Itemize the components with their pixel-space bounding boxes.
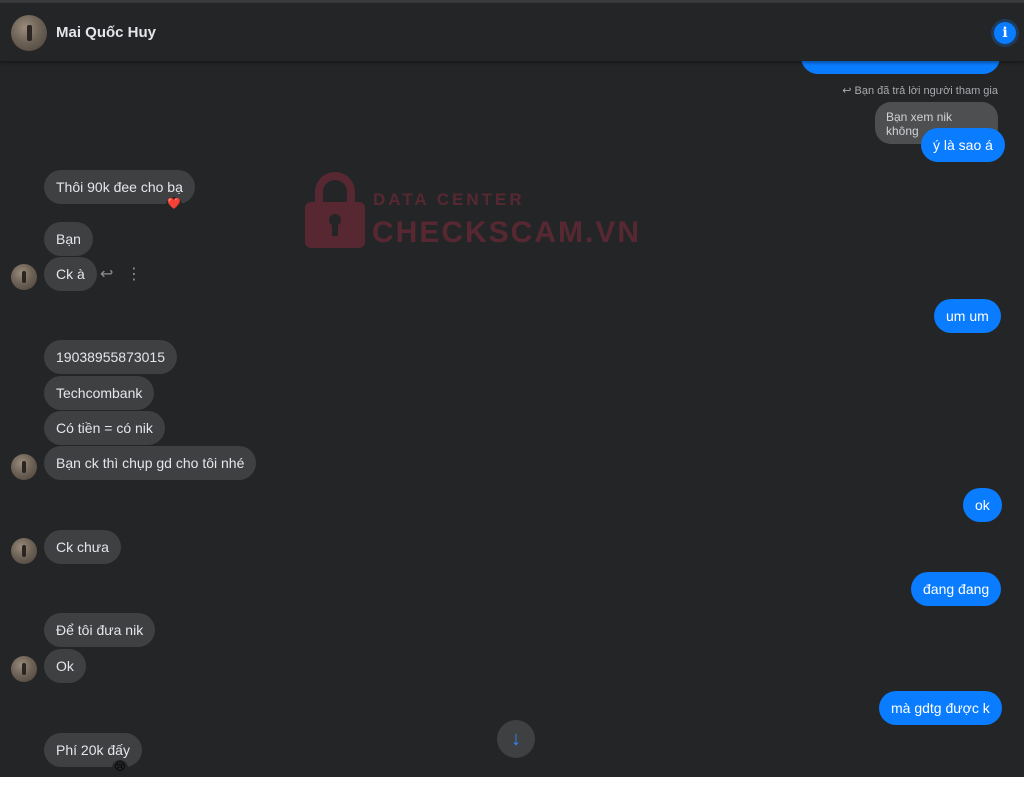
message-bubble[interactable]: Ck chưa [44, 530, 121, 564]
watermark: DATA CENTER CHECKSCAM.VN [305, 172, 639, 255]
arrow-down-icon[interactable]: ↓ [497, 720, 535, 758]
contact-avatar-small[interactable] [11, 538, 37, 564]
contact-name[interactable]: Mai Quốc Huy [56, 24, 156, 41]
message-bubble[interactable]: ok [963, 488, 1002, 522]
message-bubble[interactable]: Ok [44, 649, 86, 683]
message-bubble[interactable]: ý là sao á [921, 128, 1005, 162]
message-bubble[interactable]: um um [934, 299, 1001, 333]
watermark-subtitle: DATA CENTER [373, 190, 525, 209]
contact-avatar-small[interactable] [11, 454, 37, 480]
message-bubble[interactable]: 19038955873015 [44, 340, 178, 374]
chat-window: Mai Quốc Huy i DATA CENTER CHECKSCAM.VN … [0, 0, 1024, 777]
contact-avatar-small[interactable] [11, 656, 37, 682]
heart-reaction-icon[interactable]: ❤️ [166, 197, 182, 213]
watermark-title: CHECKSCAM.VN [372, 216, 642, 249]
message-bubble[interactable]: Techcombank [44, 376, 155, 410]
message-bubble[interactable]: Để tôi đưa nik [44, 613, 156, 647]
message-bubble[interactable]: Bạn ck thì chụp gd cho tôi nhé [44, 446, 257, 480]
sad-reaction-icon[interactable]: 😢 [112, 760, 128, 776]
reply-note: ↩ Bạn đã trả lời người tham gia [842, 84, 998, 97]
chat-header: Mai Quốc Huy i [0, 3, 1024, 61]
message-bubble[interactable]: mà gdtg được k [879, 691, 1002, 725]
lock-icon [305, 172, 365, 248]
message-bubble[interactable]: Ck à [44, 257, 97, 291]
message-bubble[interactable]: Bạn [44, 222, 93, 256]
more-options-icon[interactable]: ⋮ [126, 264, 142, 284]
message-bubble[interactable]: Phí 20k đấy [44, 733, 142, 767]
message-bubble[interactable]: đang đang [911, 572, 1002, 606]
contact-avatar[interactable] [11, 15, 47, 51]
reply-arrow-icon: ↩ [842, 85, 855, 97]
message-bubble[interactable]: Có tiền = có nik [44, 411, 165, 445]
info-icon[interactable]: i [994, 22, 1016, 44]
reply-note-text: Bạn đã trả lời người tham gia [854, 85, 998, 97]
reply-icon[interactable]: ↩ [100, 264, 113, 284]
contact-avatar-small[interactable] [11, 264, 37, 290]
